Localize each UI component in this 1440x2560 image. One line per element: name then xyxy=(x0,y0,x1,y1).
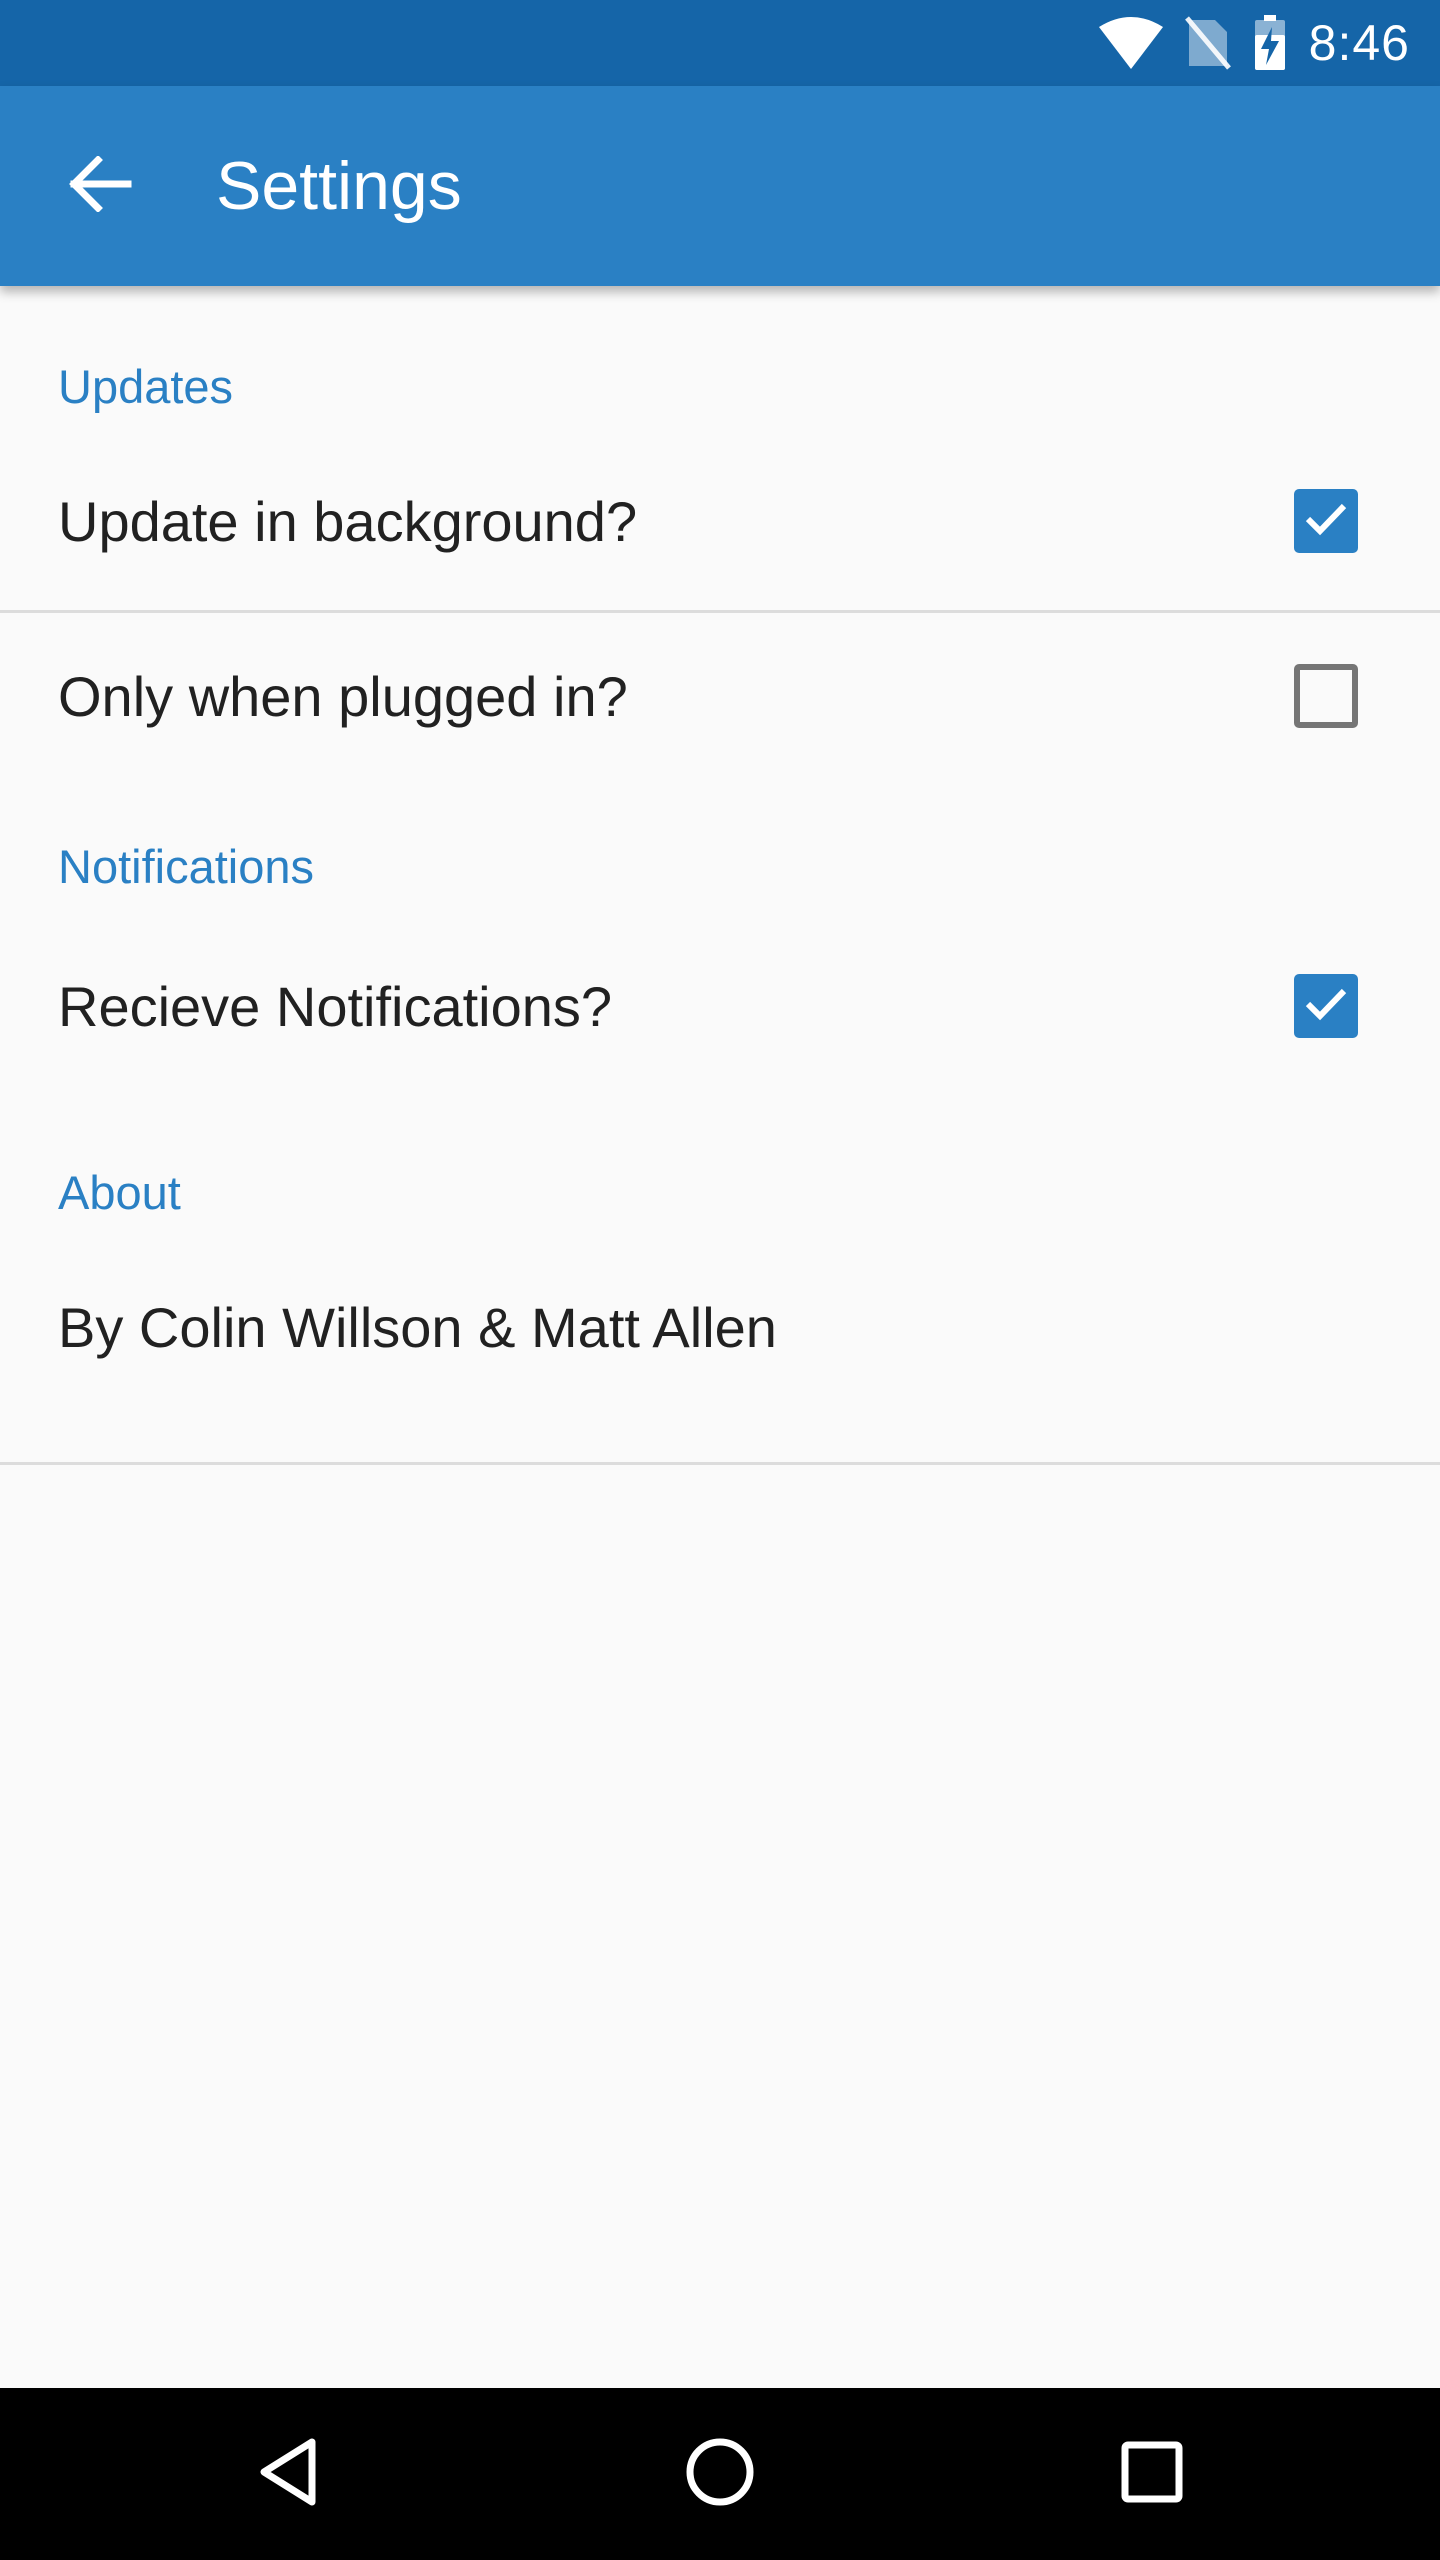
app-bar: Settings xyxy=(0,86,1440,286)
pref-label: Only when plugged in? xyxy=(58,664,628,728)
no-sim-icon xyxy=(1184,16,1231,70)
pref-about-authors[interactable]: By Colin Willson & Matt Allen xyxy=(0,1232,1440,1422)
back-button[interactable] xyxy=(0,86,200,286)
pref-label: Recieve Notifications? xyxy=(58,974,613,1038)
checkmark-icon xyxy=(1304,501,1348,542)
nav-back-button[interactable] xyxy=(168,2388,408,2560)
page-title: Settings xyxy=(216,148,462,224)
pref-receive-notifications[interactable]: Recieve Notifications? xyxy=(0,906,1440,1106)
wifi-icon xyxy=(1098,17,1163,69)
category-title: Notifications xyxy=(58,839,314,893)
pref-only-plugged-in[interactable]: Only when plugged in? xyxy=(0,616,1440,776)
status-bar: 8:46 xyxy=(0,0,1440,86)
category-title: About xyxy=(58,1165,181,1219)
pref-label: Update in background? xyxy=(58,489,638,553)
nav-home-button[interactable] xyxy=(600,2388,840,2560)
arrow-back-icon xyxy=(68,154,132,217)
category-title: Updates xyxy=(58,359,234,413)
category-header-about: About xyxy=(0,1152,1440,1232)
battery-charging-icon xyxy=(1253,15,1287,71)
home-circle-icon xyxy=(684,2436,756,2513)
navigation-bar xyxy=(0,2388,1440,2560)
status-time: 8:46 xyxy=(1308,15,1410,71)
about-text: By Colin Willson & Matt Allen xyxy=(58,1295,777,1359)
back-triangle-icon xyxy=(256,2436,320,2513)
receive-notifications-checkbox[interactable] xyxy=(1294,974,1358,1038)
only-plugged-in-checkbox[interactable] xyxy=(1294,664,1358,728)
update-background-checkbox[interactable] xyxy=(1294,489,1358,553)
recents-square-icon xyxy=(1120,2440,1184,2509)
category-header-updates: Updates xyxy=(0,346,1440,426)
nav-recents-button[interactable] xyxy=(1032,2388,1272,2560)
divider xyxy=(0,1462,1440,1465)
pref-update-background[interactable]: Update in background? xyxy=(0,426,1440,616)
checkmark-icon xyxy=(1304,986,1348,1027)
divider xyxy=(0,610,1440,613)
category-header-notifications: Notifications xyxy=(0,826,1440,906)
